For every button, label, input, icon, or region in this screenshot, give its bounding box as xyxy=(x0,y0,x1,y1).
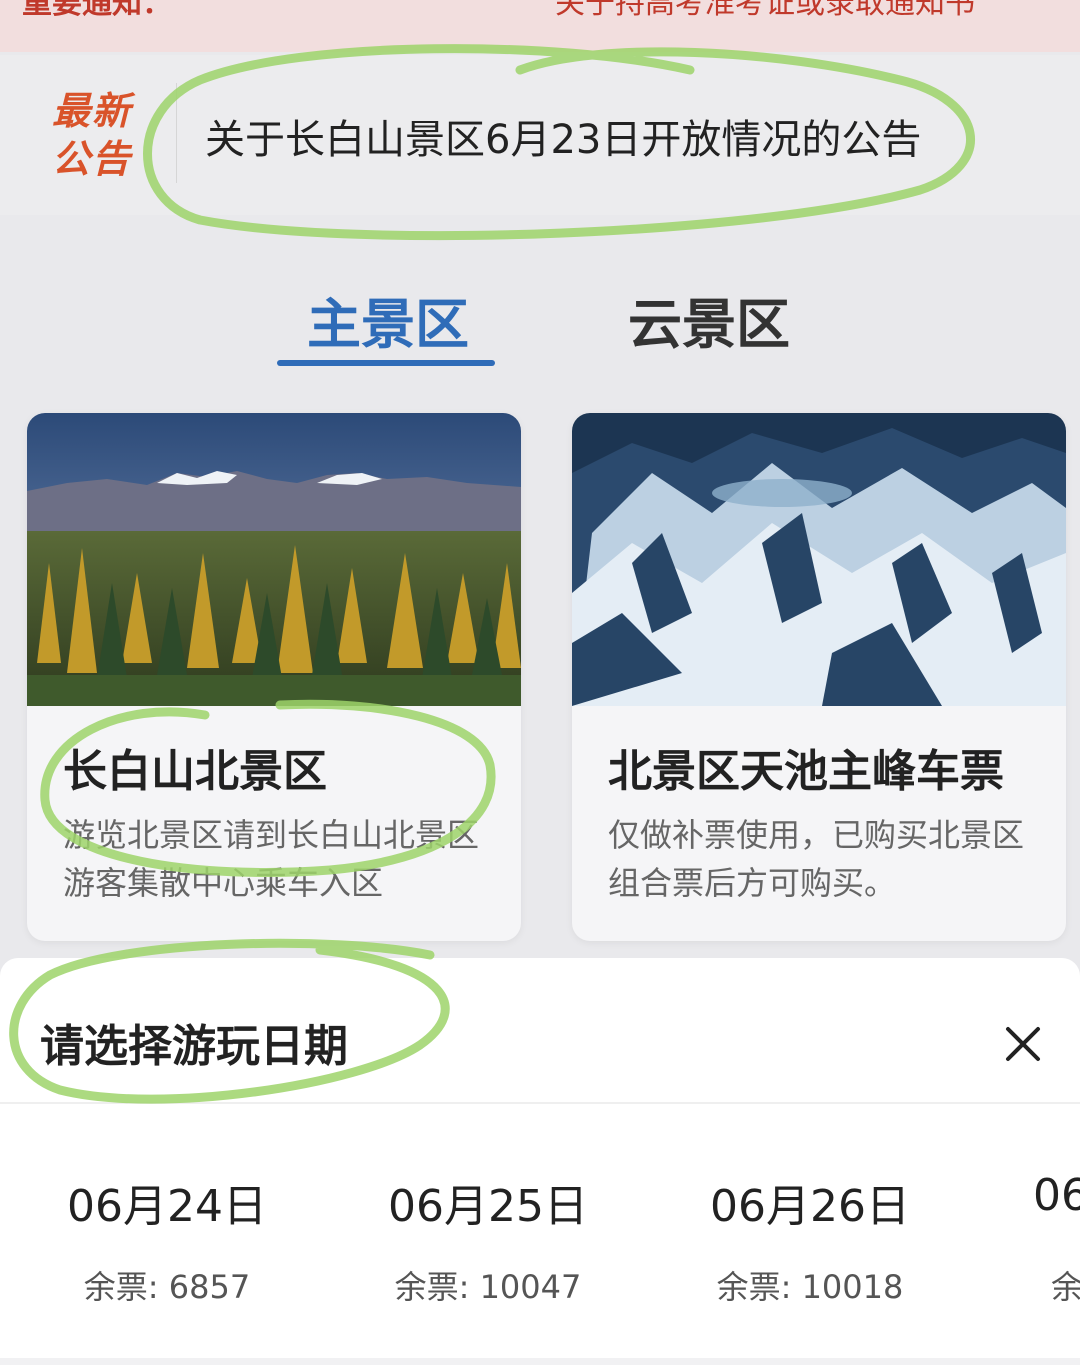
scenic-card-tianchi[interactable]: 北景区天池主峰车票 仅做补票使用，已购买北景区组合票后方可购买。 xyxy=(572,413,1066,941)
sheet-title: 请选择游玩日期 xyxy=(40,1021,348,1072)
card-title: 长白山北景区 xyxy=(63,746,327,797)
remaining-tickets: 余票: 10018 xyxy=(716,1268,904,1306)
date-label: 06月24日 xyxy=(67,1181,267,1232)
date-picker-sheet: 请选择游玩日期 06月24日 余票: 6857 06月25日 余票: 10047… xyxy=(0,958,1080,1365)
announcement-text[interactable]: 关于长白山景区6月23日开放情况的公告 xyxy=(205,107,921,165)
scenic-card-north[interactable]: 长白山北景区 游览北景区请到长白山北景区游客集散中心乘车入区 xyxy=(27,413,521,941)
date-label: 06月26日 xyxy=(710,1181,910,1232)
announcement-bar[interactable]: 最新公告 关于长白山景区6月23日开放情况的公告 xyxy=(0,55,1080,215)
date-option[interactable]: 06 余 xyxy=(1033,1170,1080,1310)
forest-mountain-image xyxy=(27,413,521,706)
announcement-tag: 最新公告 xyxy=(52,89,133,181)
card-description: 仅做补票使用，已购买北景区组合票后方可购买。 xyxy=(608,816,1025,902)
announcement-divider xyxy=(176,83,177,183)
tab-main-scenic[interactable]: 主景区 xyxy=(307,280,469,359)
card-description: 游览北景区请到长白山北景区游客集散中心乘车入区 xyxy=(63,816,480,902)
remaining-tickets: 余票: 6857 xyxy=(83,1268,251,1306)
bottom-divider xyxy=(0,1358,1080,1365)
notice-bar[interactable]: 重要通知： 关于持高考准考证或录取通知书 xyxy=(0,0,1080,52)
remaining-tickets: 余 xyxy=(1051,1268,1080,1306)
remaining-tickets: 余票: 10047 xyxy=(394,1268,582,1306)
snowy-mountain-image xyxy=(572,413,1066,706)
active-tab-indicator xyxy=(277,360,495,366)
tab-cloud-scenic[interactable]: 云景区 xyxy=(628,280,790,359)
scenic-tabs: 主景区 云景区 xyxy=(0,270,1080,370)
date-label: 06 xyxy=(1033,1170,1080,1221)
notice-label: 重要通知： xyxy=(22,0,172,21)
notice-text[interactable]: 关于持高考准考证或录取通知书 xyxy=(555,0,975,22)
date-label: 06月25日 xyxy=(388,1181,588,1232)
card-title: 北景区天池主峰车票 xyxy=(608,746,1004,797)
sheet-divider xyxy=(0,1102,1080,1104)
close-icon[interactable] xyxy=(1000,1021,1046,1067)
